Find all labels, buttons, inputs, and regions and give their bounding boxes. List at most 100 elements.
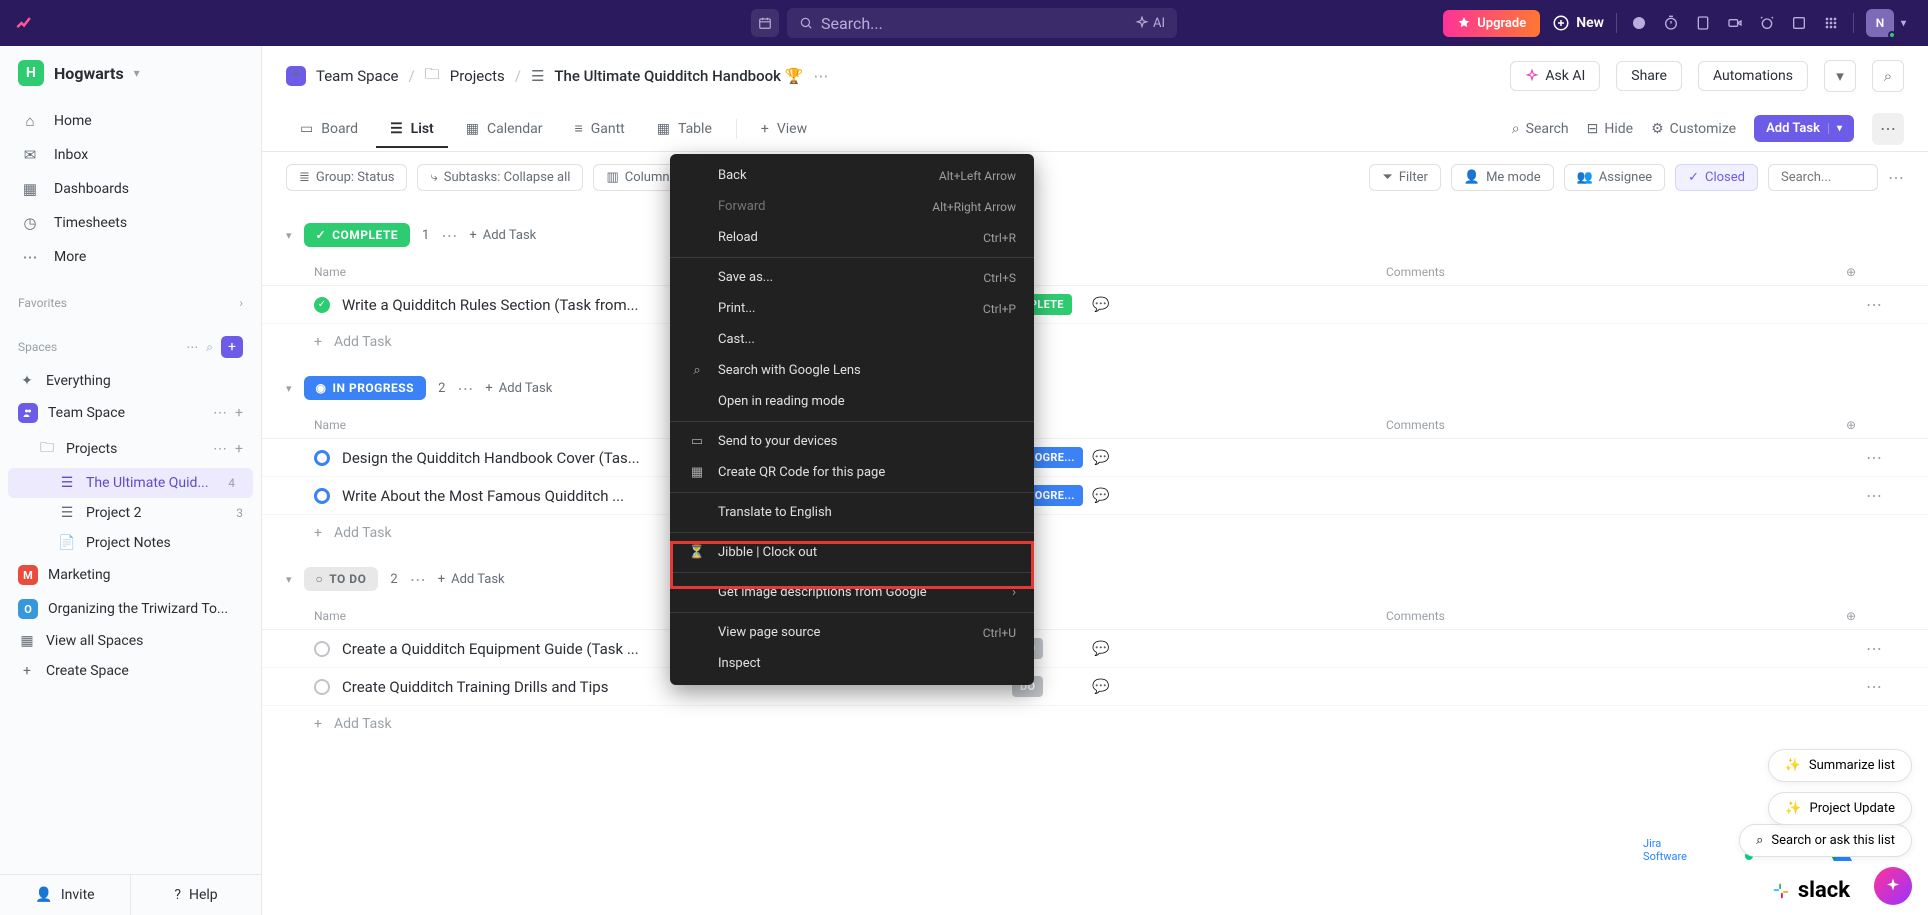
more-icon[interactable]: ⋯	[457, 379, 473, 398]
ai-fab-button[interactable]	[1874, 867, 1912, 905]
more-icon[interactable]: ⋯	[410, 570, 426, 589]
status-badge-inprogress[interactable]: ◉IN PROGRESS	[304, 376, 427, 400]
add-task-button[interactable]: Add Task▾	[1754, 115, 1854, 142]
favorites-section[interactable]: Favorites ›	[0, 278, 261, 318]
ctx-inspect[interactable]: Inspect	[670, 648, 1034, 679]
me-mode-pill[interactable]: 👤Me mode	[1451, 164, 1554, 191]
ctx-reading-mode[interactable]: Open in reading mode	[670, 386, 1034, 417]
status-badge-complete[interactable]: ✓COMPLETE	[304, 223, 410, 247]
help-button[interactable]: ?Help	[131, 875, 261, 915]
grid-icon[interactable]	[1789, 13, 1809, 33]
group-pill[interactable]: ≣Group: Status	[286, 164, 407, 191]
ctx-reload[interactable]: ReloadCtrl+R	[670, 222, 1034, 253]
invite-button[interactable]: 👤Invite	[0, 875, 131, 915]
new-button[interactable]: New	[1552, 14, 1604, 32]
closed-pill[interactable]: ✓Closed	[1675, 164, 1758, 191]
ctx-send-devices[interactable]: ▭Send to your devices	[670, 426, 1034, 457]
ctx-save-as[interactable]: Save as...Ctrl+S	[670, 262, 1034, 293]
workspace-switcher[interactable]: H Hogwarts ▾	[0, 46, 261, 100]
sidebar-organizing[interactable]: O Organizing the Triwizard To...	[0, 592, 261, 626]
ctx-jibble[interactable]: ⏳Jibble | Clock out	[670, 537, 1034, 568]
ctx-cast[interactable]: Cast...	[670, 324, 1034, 355]
ask-ai-button[interactable]: Ask AI	[1510, 61, 1600, 91]
ctx-create-qr[interactable]: ▦Create QR Code for this page	[670, 457, 1034, 488]
collapse-icon[interactable]: ▾	[286, 382, 292, 395]
more-icon[interactable]: ⋯	[1866, 677, 1904, 696]
video-icon[interactable]	[1725, 13, 1745, 33]
collapse-icon[interactable]: ▾	[286, 229, 292, 242]
search-ask-pill[interactable]: ⌕Search or ask this list	[1739, 824, 1912, 857]
ctx-print[interactable]: Print...Ctrl+P	[670, 293, 1034, 324]
hide-action[interactable]: ⊟Hide	[1587, 121, 1633, 137]
more-icon[interactable]: ⋯	[213, 441, 227, 457]
search-action[interactable]: ⌕Search	[1512, 121, 1569, 137]
plus-icon[interactable]: +	[235, 441, 243, 457]
task-row[interactable]: Design the Quidditch Handbook Cover (Tas…	[262, 439, 1928, 477]
tab-list[interactable]: ☰List	[376, 111, 448, 147]
search-icon[interactable]: ⌕	[206, 340, 213, 355]
breadcrumb-team-space[interactable]: Team Space	[316, 67, 399, 85]
project-update-pill[interactable]: ✨Project Update	[1768, 792, 1912, 825]
status-dot-progress-icon[interactable]	[314, 488, 330, 504]
tab-board[interactable]: ▭Board	[286, 111, 372, 147]
breadcrumb-projects[interactable]: Projects	[450, 67, 505, 85]
status-dot-progress-icon[interactable]	[314, 450, 330, 466]
sidebar-project-2[interactable]: ☰ Project 2 3	[0, 498, 261, 528]
calendar-button[interactable]	[751, 9, 779, 37]
search-icon-button[interactable]: ⌕	[1872, 60, 1904, 92]
automations-button[interactable]: Automations	[1698, 61, 1808, 91]
more-icon[interactable]: ⋯	[1866, 639, 1904, 658]
filter-pill[interactable]: ⏷Filter	[1369, 164, 1440, 191]
more-icon[interactable]: ⋯	[1866, 486, 1904, 505]
ctx-image-desc[interactable]: Get image descriptions from Google›	[670, 577, 1034, 608]
group-add-task[interactable]: +Add Task	[485, 381, 552, 396]
nav-timesheets[interactable]: ◷Timesheets	[12, 206, 249, 240]
upgrade-button[interactable]: Upgrade	[1443, 10, 1540, 37]
ctx-view-source[interactable]: View page sourceCtrl+U	[670, 617, 1034, 648]
share-button[interactable]: Share	[1616, 61, 1682, 91]
add-column-icon[interactable]: ⊕	[1846, 418, 1876, 432]
add-task-row[interactable]: +Add Task	[262, 324, 1928, 360]
add-column-icon[interactable]: ⊕	[1846, 609, 1876, 623]
summarize-pill[interactable]: ✨Summarize list	[1768, 749, 1912, 782]
user-avatar[interactable]: N	[1866, 9, 1894, 37]
more-icon[interactable]: ⋯	[186, 340, 198, 354]
more-icon[interactable]: ⋯	[213, 405, 227, 421]
nav-home[interactable]: ⌂Home	[12, 104, 249, 138]
tab-calendar[interactable]: ▦Calendar	[452, 111, 557, 147]
sidebar-team-space[interactable]: Team Space ⋯+	[0, 396, 261, 430]
subtasks-pill[interactable]: ⤷Subtasks: Collapse all	[417, 164, 583, 191]
slack-integration[interactable]: slack	[1770, 878, 1850, 903]
timer-icon[interactable]	[1661, 13, 1681, 33]
status-badge-todo[interactable]: ○TO DO	[304, 567, 379, 591]
alarm-icon[interactable]	[1757, 13, 1777, 33]
apps-icon[interactable]	[1821, 13, 1841, 33]
ai-pill[interactable]: AI	[1135, 16, 1165, 31]
group-add-task[interactable]: +Add Task	[469, 228, 536, 243]
task-row[interactable]: Create a Quidditch Equipment Guide (Task…	[262, 630, 1928, 668]
tab-gantt[interactable]: ≡Gantt	[561, 110, 639, 147]
nav-dashboards[interactable]: ▦Dashboards	[12, 172, 249, 206]
sidebar-marketing[interactable]: M Marketing	[0, 558, 261, 592]
ctx-search-lens[interactable]: ⌕Search with Google Lens	[670, 355, 1034, 386]
sidebar-ultimate-quidditch[interactable]: ☰ The Ultimate Quid... 4	[8, 468, 253, 498]
ctx-back[interactable]: BackAlt+Left Arrow	[670, 160, 1034, 191]
nav-inbox[interactable]: ✉Inbox	[12, 138, 249, 172]
more-icon[interactable]: ⋯	[441, 226, 457, 245]
customize-action[interactable]: ⚙Customize	[1651, 121, 1736, 137]
dropdown-icon[interactable]: ▾	[1824, 60, 1856, 92]
task-row[interactable]: Write About the Most Famous Quidditch ..…	[262, 477, 1928, 515]
breadcrumb-title[interactable]: The Ultimate Quidditch Handbook 🏆	[554, 67, 803, 85]
notepad-icon[interactable]	[1693, 13, 1713, 33]
comment-icon[interactable]: 💬	[1092, 297, 1152, 313]
task-row[interactable]: Write a Quidditch Rules Section (Task fr…	[262, 286, 1928, 324]
check-circle-icon[interactable]	[1629, 13, 1649, 33]
plus-icon[interactable]: +	[235, 405, 243, 421]
jira-icon[interactable]: Jira Software	[1648, 835, 1678, 865]
add-task-row[interactable]: +Add Task	[262, 515, 1928, 551]
sidebar-create-space[interactable]: + Create Space	[0, 656, 261, 686]
sidebar-view-all-spaces[interactable]: ▦ View all Spaces	[0, 626, 261, 656]
add-column-icon[interactable]: ⊕	[1846, 265, 1876, 279]
status-dot-todo-icon[interactable]	[314, 641, 330, 657]
status-dot-complete-icon[interactable]	[314, 297, 330, 313]
